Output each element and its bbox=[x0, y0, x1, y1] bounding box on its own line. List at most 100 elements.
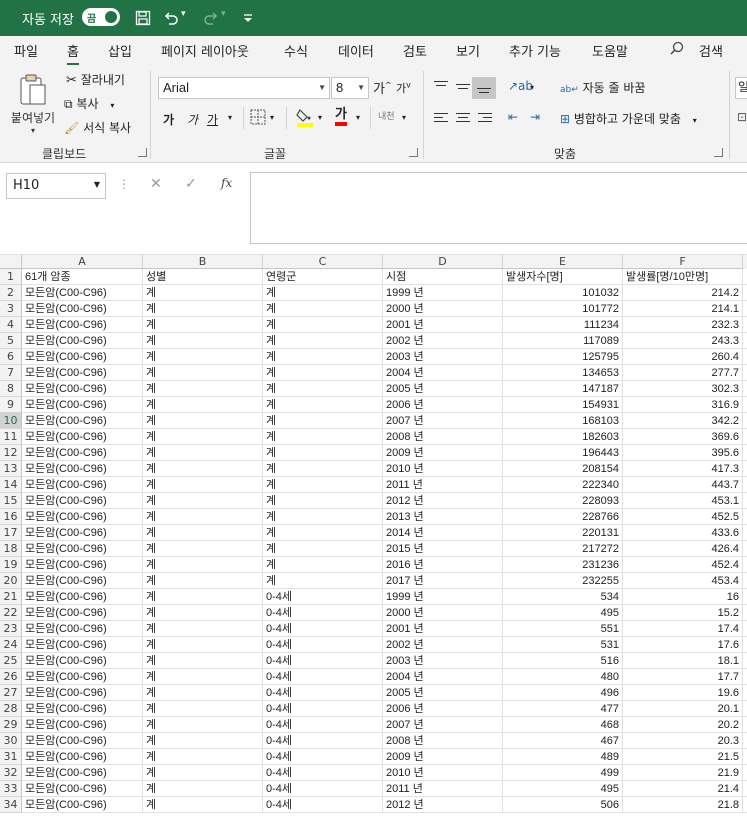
table-cell[interactable]: 217272 bbox=[503, 541, 623, 557]
row-header[interactable]: 33 bbox=[0, 781, 22, 797]
table-cell[interactable]: 계 bbox=[143, 509, 263, 525]
row-header[interactable]: 14 bbox=[0, 477, 22, 493]
table-cell[interactable]: 2006 년 bbox=[383, 397, 503, 413]
table-cell[interactable]: 117089 bbox=[503, 333, 623, 349]
table-cell[interactable]: 계 bbox=[143, 621, 263, 637]
row-header[interactable]: 11 bbox=[0, 429, 22, 445]
table-cell[interactable]: 0-4세 bbox=[263, 637, 383, 653]
table-cell[interactable]: 214.2 bbox=[623, 285, 743, 301]
table-cell[interactable]: 302.3 bbox=[623, 381, 743, 397]
table-cell[interactable] bbox=[743, 653, 747, 669]
row-header[interactable]: 31 bbox=[0, 749, 22, 765]
table-cell[interactable]: 2003 년 bbox=[383, 349, 503, 365]
table-cell[interactable]: 15.2 bbox=[623, 605, 743, 621]
table-cell[interactable]: 모든암(C00-C96) bbox=[22, 413, 143, 429]
table-cell[interactable]: 계 bbox=[143, 381, 263, 397]
table-cell[interactable]: 260.4 bbox=[623, 349, 743, 365]
formula-input[interactable] bbox=[250, 172, 747, 244]
row-header[interactable]: 30 bbox=[0, 733, 22, 749]
table-cell[interactable]: 101772 bbox=[503, 301, 623, 317]
table-cell[interactable]: 277.7 bbox=[623, 365, 743, 381]
table-cell[interactable]: 모든암(C00-C96) bbox=[22, 701, 143, 717]
table-cell[interactable]: 계 bbox=[263, 381, 383, 397]
table-cell[interactable]: 모든암(C00-C96) bbox=[22, 669, 143, 685]
font-launcher-icon[interactable] bbox=[409, 148, 418, 157]
table-cell[interactable]: 모든암(C00-C96) bbox=[22, 589, 143, 605]
table-cell[interactable]: 계 bbox=[263, 525, 383, 541]
table-cell[interactable]: 계 bbox=[263, 541, 383, 557]
table-cell[interactable]: 모든암(C00-C96) bbox=[22, 797, 143, 813]
header-cell[interactable]: 연령군 bbox=[263, 269, 383, 285]
table-cell[interactable]: 모든암(C00-C96) bbox=[22, 285, 143, 301]
table-cell[interactable]: 모든암(C00-C96) bbox=[22, 317, 143, 333]
row-header[interactable]: 22 bbox=[0, 605, 22, 621]
header-cell[interactable]: 61개 암종 bbox=[22, 269, 143, 285]
table-cell[interactable]: 477 bbox=[503, 701, 623, 717]
table-cell[interactable]: 1999 년 bbox=[383, 589, 503, 605]
font-color-button[interactable]: 가 bbox=[335, 107, 347, 126]
table-cell[interactable] bbox=[743, 477, 747, 493]
table-cell[interactable]: 모든암(C00-C96) bbox=[22, 349, 143, 365]
table-cell[interactable]: 계 bbox=[143, 765, 263, 781]
table-cell[interactable]: 계 bbox=[263, 349, 383, 365]
table-cell[interactable]: 모든암(C00-C96) bbox=[22, 653, 143, 669]
table-cell[interactable] bbox=[743, 413, 747, 429]
table-cell[interactable]: 499 bbox=[503, 765, 623, 781]
table-cell[interactable]: 계 bbox=[143, 397, 263, 413]
table-cell[interactable]: 계 bbox=[143, 685, 263, 701]
table-cell[interactable] bbox=[743, 493, 747, 509]
table-cell[interactable] bbox=[743, 509, 747, 525]
tab-review[interactable]: 검토 bbox=[403, 41, 427, 60]
table-cell[interactable]: 452.5 bbox=[623, 509, 743, 525]
table-cell[interactable]: 계 bbox=[263, 301, 383, 317]
font-color-dropdown-icon[interactable]: ▾ bbox=[356, 113, 360, 122]
table-cell[interactable]: 모든암(C00-C96) bbox=[22, 461, 143, 477]
table-cell[interactable]: 모든암(C00-C96) bbox=[22, 685, 143, 701]
row-header[interactable]: 32 bbox=[0, 765, 22, 781]
cut-button[interactable]: ✂ 잘라내기 bbox=[66, 71, 125, 88]
table-cell[interactable]: 계 bbox=[143, 285, 263, 301]
table-cell[interactable]: 모든암(C00-C96) bbox=[22, 749, 143, 765]
undo-dropdown-icon[interactable]: ▾ bbox=[181, 9, 186, 19]
table-cell[interactable]: 452.4 bbox=[623, 557, 743, 573]
table-cell[interactable]: 0-4세 bbox=[263, 733, 383, 749]
table-cell[interactable]: 계 bbox=[263, 509, 383, 525]
table-cell[interactable]: 222340 bbox=[503, 477, 623, 493]
table-cell[interactable]: 134653 bbox=[503, 365, 623, 381]
table-cell[interactable]: 0-4세 bbox=[263, 653, 383, 669]
header-cell[interactable]: 발생률[명/10만명] bbox=[623, 269, 743, 285]
table-cell[interactable]: 계 bbox=[263, 365, 383, 381]
undo-icon[interactable] bbox=[161, 8, 181, 28]
tab-help[interactable]: 도움말 bbox=[592, 41, 628, 60]
table-cell[interactable]: 모든암(C00-C96) bbox=[22, 445, 143, 461]
table-cell[interactable]: 182603 bbox=[503, 429, 623, 445]
name-box[interactable]: H10 ▼ bbox=[6, 173, 106, 199]
select-all-corner[interactable] bbox=[0, 255, 22, 269]
row-header[interactable]: 26 bbox=[0, 669, 22, 685]
table-cell[interactable]: 계 bbox=[263, 333, 383, 349]
conditional-format-icon[interactable]: ⊡ bbox=[737, 110, 747, 124]
table-cell[interactable]: 2012 년 bbox=[383, 797, 503, 813]
redo-dropdown-icon[interactable]: ▾ bbox=[221, 9, 226, 19]
table-cell[interactable]: 계 bbox=[143, 653, 263, 669]
row-header[interactable]: 1 bbox=[0, 269, 22, 285]
table-cell[interactable]: 1999 년 bbox=[383, 285, 503, 301]
table-cell[interactable]: 453.1 bbox=[623, 493, 743, 509]
merge-dropdown-icon[interactable]: ▾ bbox=[693, 116, 697, 125]
table-cell[interactable]: 2011 년 bbox=[383, 477, 503, 493]
table-cell[interactable]: 154931 bbox=[503, 397, 623, 413]
table-cell[interactable]: 계 bbox=[143, 477, 263, 493]
table-cell[interactable]: 모든암(C00-C96) bbox=[22, 509, 143, 525]
table-cell[interactable]: 495 bbox=[503, 605, 623, 621]
table-cell[interactable]: 계 bbox=[263, 397, 383, 413]
table-cell[interactable]: 모든암(C00-C96) bbox=[22, 637, 143, 653]
header-cell[interactable]: 시점 bbox=[383, 269, 503, 285]
row-header[interactable]: 24 bbox=[0, 637, 22, 653]
table-cell[interactable]: 21.5 bbox=[623, 749, 743, 765]
table-cell[interactable]: 0-4세 bbox=[263, 669, 383, 685]
row-header[interactable]: 12 bbox=[0, 445, 22, 461]
row-header[interactable]: 3 bbox=[0, 301, 22, 317]
table-cell[interactable]: 모든암(C00-C96) bbox=[22, 621, 143, 637]
table-cell[interactable]: 계 bbox=[143, 301, 263, 317]
table-cell[interactable] bbox=[743, 429, 747, 445]
